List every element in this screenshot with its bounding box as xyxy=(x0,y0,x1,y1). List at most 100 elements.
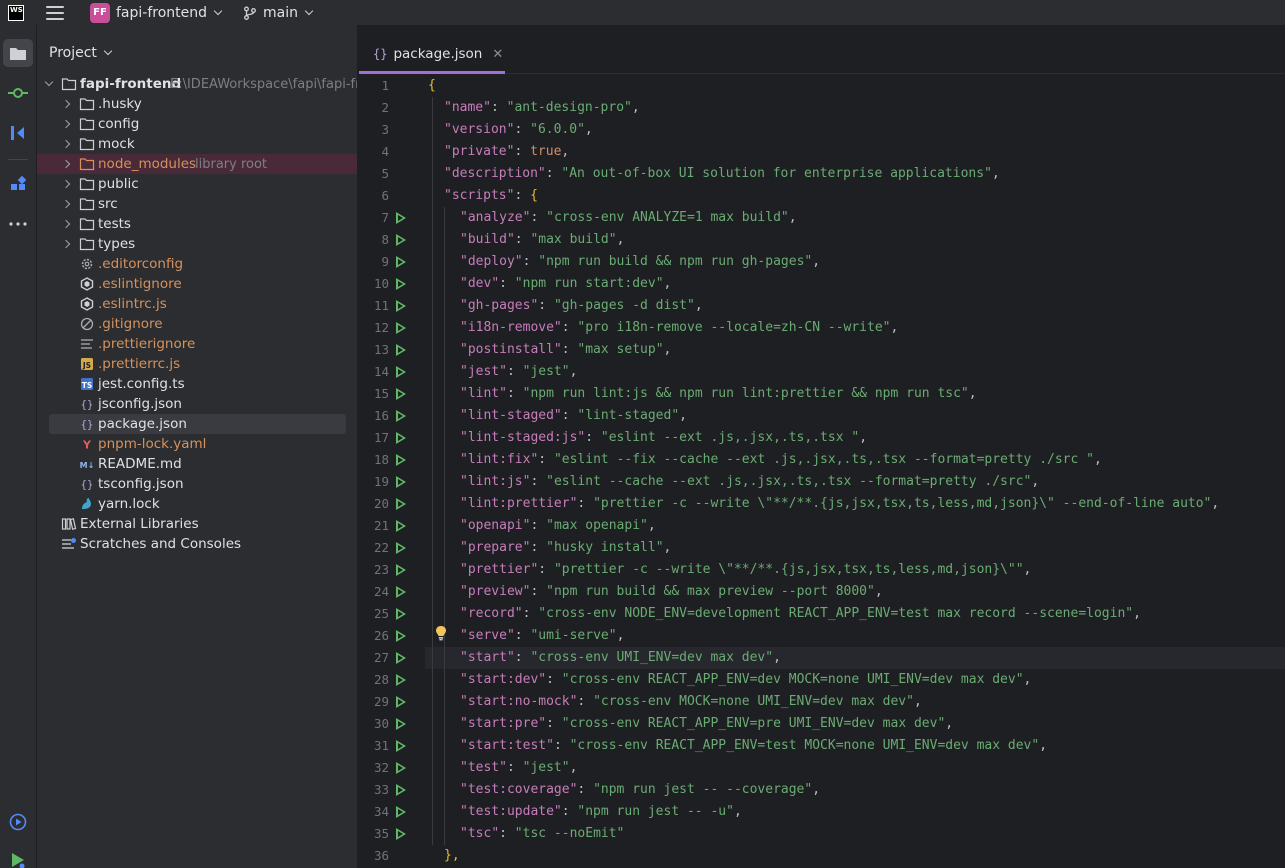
code-line[interactable]: { xyxy=(425,75,1285,97)
code-line[interactable]: "private": true, xyxy=(425,141,1285,163)
chevron-right-icon[interactable] xyxy=(61,219,71,229)
code-line[interactable]: "build": "max build", xyxy=(425,229,1285,251)
code-line[interactable]: }, xyxy=(425,845,1285,867)
code-line[interactable]: "scripts": { xyxy=(425,185,1285,207)
run-script-icon[interactable] xyxy=(396,630,406,642)
tree-folder-mock[interactable]: mock xyxy=(37,134,357,154)
chevron-right-icon[interactable] xyxy=(61,119,71,129)
code-line[interactable]: "tsc": "tsc --noEmit" xyxy=(425,823,1285,845)
chevron-right-icon[interactable] xyxy=(61,199,71,209)
tree-file-jsconfig-json[interactable]: {} jsconfig.json xyxy=(37,394,357,414)
tree-file-editorconfig[interactable]: .editorconfig xyxy=(37,254,357,274)
chevron-right-icon[interactable] xyxy=(61,99,71,109)
code-line[interactable]: "prettier": "prettier -c --write \"**/**… xyxy=(425,559,1285,581)
tree-file-prettierrc-js[interactable]: JS .prettierrc.js xyxy=(37,354,357,374)
code-line[interactable]: "gh-pages": "gh-pages -d dist", xyxy=(425,295,1285,317)
project-folder-icon[interactable] xyxy=(3,39,33,67)
code-line[interactable]: "test": "jest", xyxy=(425,757,1285,779)
tree-file-jest-config-ts[interactable]: TS jest.config.ts xyxy=(37,374,357,394)
project-switcher[interactable]: fapi-frontend xyxy=(116,5,207,21)
tree-folder-public[interactable]: public xyxy=(37,174,357,194)
project-view-title[interactable]: Project xyxy=(49,45,113,61)
tree-external-libraries[interactable]: External Libraries xyxy=(37,514,357,534)
code-line[interactable]: "analyze": "cross-env ANALYZE=1 max buil… xyxy=(425,207,1285,229)
code-line[interactable]: "lint:fix": "eslint --fix --cache --ext … xyxy=(425,449,1285,471)
run-script-icon[interactable] xyxy=(396,542,406,554)
code-line[interactable]: "dev": "npm run start:dev", xyxy=(425,273,1285,295)
code-line[interactable]: "postinstall": "max setup", xyxy=(425,339,1285,361)
tree-file-gitignore[interactable]: .gitignore xyxy=(37,314,357,334)
run-script-icon[interactable] xyxy=(396,652,406,664)
plugins-icon[interactable] xyxy=(3,170,33,198)
chevron-right-icon[interactable] xyxy=(61,139,71,149)
run-script-icon[interactable] xyxy=(396,762,406,774)
code-line[interactable]: "start:no-mock": "cross-env MOCK=none UM… xyxy=(425,691,1285,713)
code-line[interactable]: "openapi": "max openapi", xyxy=(425,515,1285,537)
run-script-icon[interactable] xyxy=(396,564,406,576)
chevron-down-icon[interactable] xyxy=(44,77,54,87)
code-line[interactable]: "lint:prettier": "prettier -c --write \"… xyxy=(425,493,1285,515)
tree-file-package-json[interactable]: {} package.json xyxy=(49,414,346,434)
tree-folder-tests[interactable]: tests xyxy=(37,214,357,234)
run-script-icon[interactable] xyxy=(396,718,406,730)
run-script-icon[interactable] xyxy=(396,322,406,334)
run-script-icon[interactable] xyxy=(396,212,406,224)
commit-icon[interactable] xyxy=(3,79,33,107)
code-line[interactable]: "serve": "umi-serve", xyxy=(425,625,1285,647)
run-script-icon[interactable] xyxy=(396,454,406,466)
tree-folder-node-modules[interactable]: node_modules library root xyxy=(37,154,357,174)
code-line[interactable]: "test:update": "npm run jest -- -u", xyxy=(425,801,1285,823)
code-line[interactable]: "record": "cross-env NODE_ENV=developmen… xyxy=(425,603,1285,625)
run-script-icon[interactable] xyxy=(396,674,406,686)
code-line[interactable]: "start": "cross-env UMI_ENV=dev max dev"… xyxy=(425,647,1285,669)
lightbulb-icon[interactable] xyxy=(435,625,447,641)
tree-folder-config[interactable]: config xyxy=(37,114,357,134)
code-line[interactable]: "start:pre": "cross-env REACT_APP_ENV=pr… xyxy=(425,713,1285,735)
tree-file-tsconfig-json[interactable]: {} tsconfig.json xyxy=(37,474,357,494)
code-line[interactable]: "prepare": "husky install", xyxy=(425,537,1285,559)
run-script-icon[interactable] xyxy=(396,432,406,444)
code-line[interactable]: "start:test": "cross-env REACT_APP_ENV=t… xyxy=(425,735,1285,757)
code-line[interactable]: "lint-staged": "lint-staged", xyxy=(425,405,1285,427)
run-script-icon[interactable] xyxy=(396,498,406,510)
code-line[interactable]: "preview": "npm run build && max preview… xyxy=(425,581,1285,603)
run-script-icon[interactable] xyxy=(396,300,406,312)
tree-scratches-and-consoles[interactable]: Scratches and Consoles xyxy=(37,534,357,554)
tree-file-readme-md[interactable]: M↓ README.md xyxy=(37,454,357,474)
code-line[interactable]: "jest": "jest", xyxy=(425,361,1285,383)
run-script-icon[interactable] xyxy=(396,410,406,422)
run-script-icon[interactable] xyxy=(396,586,406,598)
tree-file-prettierignore[interactable]: .prettierignore xyxy=(37,334,357,354)
run-script-icon[interactable] xyxy=(396,740,406,752)
tree-file-yarn-lock[interactable]: yarn.lock xyxy=(37,494,357,514)
tree-file-eslintrc-js[interactable]: .eslintrc.js xyxy=(37,294,357,314)
run-script-icon[interactable] xyxy=(396,784,406,796)
code-line[interactable]: "lint": "npm run lint:js && npm run lint… xyxy=(425,383,1285,405)
run-script-icon[interactable] xyxy=(396,520,406,532)
chevron-right-icon[interactable] xyxy=(61,239,71,249)
tree-file-eslintignore[interactable]: .eslintignore xyxy=(37,274,357,294)
project-badge[interactable]: FF xyxy=(90,2,110,23)
tree-file-pnpm-lock-yaml[interactable]: Ypnpm-lock.yaml xyxy=(37,434,357,454)
run-script-icon[interactable] xyxy=(396,344,406,356)
tree-folder-types[interactable]: types xyxy=(37,234,357,254)
run-script-icon[interactable] xyxy=(396,366,406,378)
code-line[interactable]: "name": "ant-design-pro", xyxy=(425,97,1285,119)
run-script-icon[interactable] xyxy=(396,234,406,246)
run-script-icon[interactable] xyxy=(396,806,406,818)
close-icon[interactable]: ✕ xyxy=(492,47,503,62)
run-script-icon[interactable] xyxy=(396,476,406,488)
code-line[interactable]: "test:coverage": "npm run jest -- --cove… xyxy=(425,779,1285,801)
pull-requests-icon[interactable] xyxy=(3,119,33,147)
tree-root-fapi-frontend[interactable]: fapi-frontend E:\IDEAWorkspace\fapi\fapi-… xyxy=(37,74,357,94)
tree-folder-src[interactable]: src xyxy=(37,194,357,214)
code-line[interactable]: "version": "6.0.0", xyxy=(425,119,1285,141)
tab-package-json[interactable]: {} package.json ✕ xyxy=(359,37,505,74)
run-script-icon[interactable] xyxy=(396,388,406,400)
code-line[interactable]: "lint-staged:js": "eslint --ext .js,.jsx… xyxy=(425,427,1285,449)
run-icon[interactable] xyxy=(3,846,33,868)
more-icon[interactable] xyxy=(3,210,33,238)
run-script-icon[interactable] xyxy=(396,256,406,268)
tree-folder-husky[interactable]: .husky xyxy=(37,94,357,114)
services-icon[interactable] xyxy=(3,808,33,836)
